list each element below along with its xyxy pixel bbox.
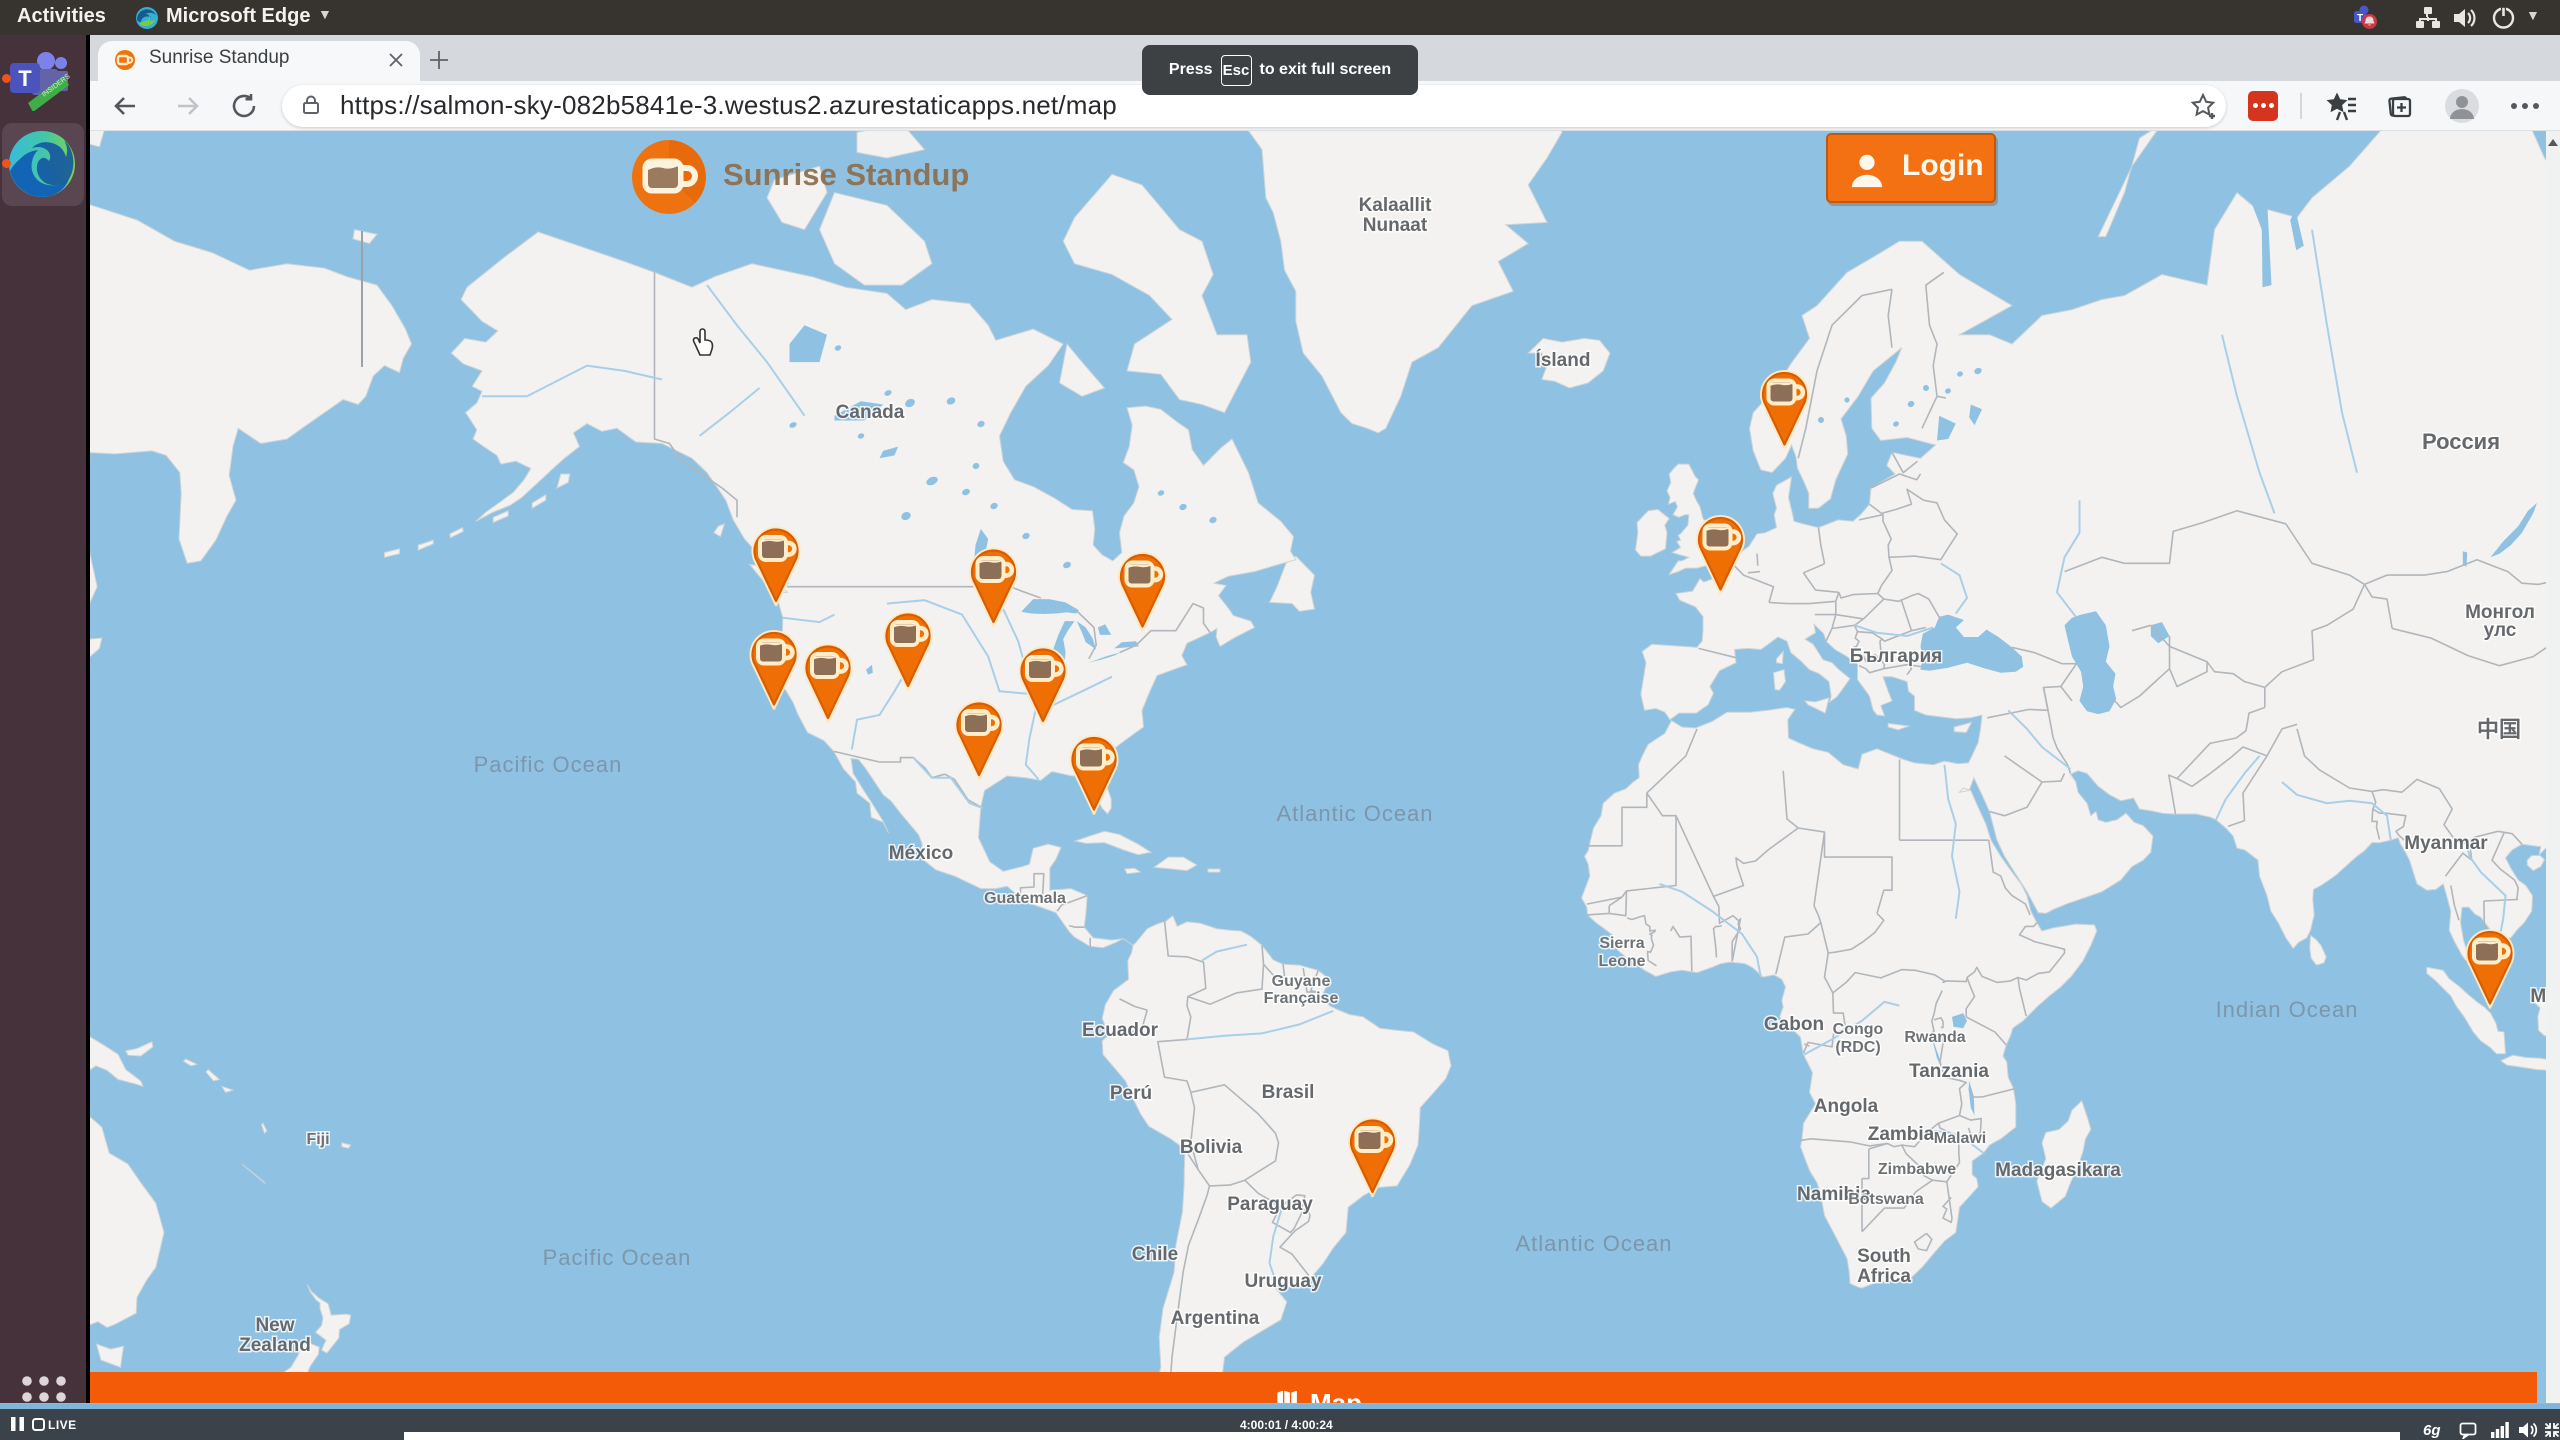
svg-text:Paraguay: Paraguay [1227, 1194, 1313, 1215]
svg-text:Congo: Congo [1833, 1021, 1884, 1038]
svg-text:Nunaat: Nunaat [1363, 215, 1428, 236]
svg-text:Uruguay: Uruguay [1244, 1271, 1322, 1292]
svg-text:México: México [889, 843, 953, 864]
svg-text:Ecuador: Ecuador [1082, 1020, 1159, 1041]
svg-text:Botswana: Botswana [1848, 1191, 1924, 1208]
svg-text:Myanmar: Myanmar [2404, 833, 2488, 854]
svg-text:Malaysia: Malaysia [2530, 986, 2546, 1007]
svg-text:South: South [1857, 1246, 1911, 1267]
svg-text:Tanzania: Tanzania [1909, 1061, 1989, 1082]
svg-text:New: New [255, 1315, 294, 1336]
svg-text:Angola: Angola [1814, 1096, 1879, 1117]
svg-text:Malawi: Malawi [1934, 1130, 1986, 1147]
svg-text:Atlantic Ocean: Atlantic Ocean [1515, 1231, 1672, 1256]
svg-text:Kalaallit: Kalaallit [1359, 195, 1433, 216]
svg-text:Perú: Perú [1110, 1083, 1152, 1104]
svg-text:Россия: Россия [2422, 429, 2500, 454]
svg-text:Guyane: Guyane [1272, 973, 1331, 990]
svg-text:Chile: Chile [1132, 1244, 1178, 1265]
svg-text:(RDC): (RDC) [1835, 1039, 1880, 1056]
svg-text:Zimbabwe: Zimbabwe [1878, 1161, 1956, 1178]
svg-text:Zealand: Zealand [239, 1335, 311, 1356]
svg-text:Zambia: Zambia [1868, 1124, 1935, 1145]
svg-text:Sierra: Sierra [1599, 935, 1644, 952]
svg-text:Rwanda: Rwanda [1904, 1029, 1965, 1046]
svg-text:Brasil: Brasil [1262, 1082, 1315, 1103]
svg-text:6g: 6g [2423, 1422, 2441, 1439]
svg-text:中国: 中国 [2477, 717, 2521, 742]
svg-text:Indian Ocean: Indian Ocean [2216, 997, 2359, 1022]
svg-text:България: България [1850, 646, 1942, 667]
svg-text:Madagasikara: Madagasikara [1995, 1160, 2121, 1181]
svg-text:Atlantic Ocean: Atlantic Ocean [1276, 801, 1433, 826]
svg-text:Argentina: Argentina [1171, 1308, 1260, 1329]
svg-text:Française: Française [1264, 990, 1339, 1007]
svg-text:Ísland: Ísland [1536, 349, 1591, 371]
svg-text:Bolivia: Bolivia [1180, 1137, 1243, 1158]
svg-text:Africa: Africa [1857, 1266, 1911, 1287]
svg-text:улс: улс [2484, 620, 2517, 641]
svg-text:Fiji: Fiji [306, 1131, 329, 1148]
svg-text:Gabon: Gabon [1764, 1014, 1824, 1035]
svg-text:Leone: Leone [1598, 953, 1645, 970]
svg-text:Pacific Ocean: Pacific Ocean [474, 752, 623, 777]
svg-text:T: T [18, 66, 32, 91]
svg-text:Guatemala: Guatemala [984, 890, 1066, 907]
svg-text:Pacific Ocean: Pacific Ocean [543, 1245, 692, 1270]
svg-text:Canada: Canada [836, 402, 905, 423]
